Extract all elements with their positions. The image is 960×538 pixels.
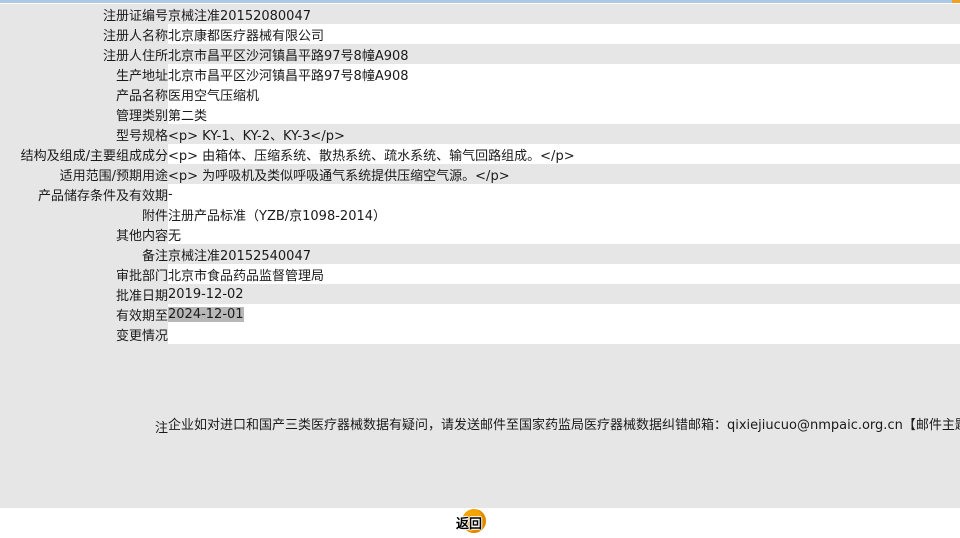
field-value [168,324,960,344]
table-row: 注册人名称 北京康都医疗器械有限公司 [0,24,960,44]
field-label: 产品名称 [0,84,168,104]
back-button[interactable]: 返回 [448,507,504,537]
table-row: 注册证编号 京械注准20152080047 [0,4,960,24]
table-row: 生产地址 北京市昌平区沙河镇昌平路97号8幢A908 [0,64,960,84]
field-label: 注册人名称 [0,24,168,44]
note-row: 注 企业如对进口和国产三类医疗器械数据有疑问，请发送邮件至国家药监局医疗器械数据… [0,344,960,508]
field-value: 第二类 [168,108,208,124]
table-row: 附件 注册产品标准（YZB/京1098-2014） [0,204,960,224]
table-row: 型号规格 <p> KY-1、KY-2、KY-3</p> [0,124,960,144]
field-label: 注册人住所 [0,44,168,64]
field-label: 注册证编号 [0,4,168,24]
back-button-area: 返回 [448,507,508,537]
field-value: 注册产品标准（YZB/京1098-2014） [168,208,387,224]
field-label: 审批部门 [0,264,168,284]
field-label: 其他内容 [0,224,168,244]
selected-text-highlight: 2024-12-01 [168,306,244,322]
table-row: 结构及组成/主要组成成分 <p> 由箱体、压缩系统、散热系统、疏水系统、输气回路… [0,144,960,164]
field-value: 北京市昌平区沙河镇昌平路97号8幢A908 [168,44,960,64]
field-value: 北京康都医疗器械有限公司 [168,28,325,44]
field-label: 变更情况 [0,324,168,344]
field-label: 管理类别 [0,104,168,124]
field-value: 京械注准20152540047 [168,244,960,264]
table-row: 注册人住所 北京市昌平区沙河镇昌平路97号8幢A908 [0,44,960,64]
field-value: <p> 为呼吸机及类似呼吸通气系统提供压缩空气源。</p> [168,164,960,184]
top-border [0,0,960,3]
back-button-label: 返回 [456,517,483,532]
table-row: 备注 京械注准20152540047 [0,244,960,264]
table-row: 其他内容 无 [0,224,960,244]
field-value: - [168,186,173,202]
table-row: 有效期至 2024-12-01 [0,304,960,324]
field-label: 有效期至 [0,304,168,324]
table-row: 产品储存条件及有效期 - [0,184,960,204]
table-row: 产品名称 医用空气压缩机 [0,84,960,104]
table-row: 审批部门 北京市食品药品监督管理局 [0,264,960,284]
field-label: 适用范围/预期用途 [0,164,168,184]
table-row: 变更情况 [0,324,960,344]
registration-detail-table: 注册证编号 京械注准20152080047 注册人名称 北京康都医疗器械有限公司… [0,4,960,508]
field-label: 产品储存条件及有效期 [0,184,168,204]
note-label: 注 [0,344,168,508]
table-row: 适用范围/预期用途 <p> 为呼吸机及类似呼吸通气系统提供压缩空气源。</p> [0,164,960,184]
field-value: 医用空气压缩机 [168,88,260,104]
table-row: 批准日期 2019-12-02 [0,284,960,304]
field-label: 批准日期 [0,284,168,304]
field-value: <p> 由箱体、压缩系统、散热系统、疏水系统、输气回路组成。</p> [168,148,575,164]
field-label: 生产地址 [0,64,168,84]
field-label: 附件 [0,204,168,224]
field-label: 备注 [0,244,168,264]
field-value: 2019-12-02 [168,284,960,304]
field-value: 无 [168,228,182,244]
field-value: 2024-12-01 [168,304,960,324]
field-value: 北京市昌平区沙河镇昌平路97号8幢A908 [168,68,409,84]
field-label: 结构及组成/主要组成成分 [0,144,168,164]
top-border-accent [952,0,960,3]
table-row: 管理类别 第二类 [0,104,960,124]
field-value: 北京市食品药品监督管理局 [168,268,325,284]
field-value: 京械注准20152080047 [168,4,960,24]
field-label: 型号规格 [0,124,168,144]
field-value: <p> KY-1、KY-2、KY-3</p> [168,124,960,144]
note-text: 企业如对进口和国产三类医疗器械数据有疑问，请发送邮件至国家药监局医疗器械数据纠错… [168,344,960,508]
